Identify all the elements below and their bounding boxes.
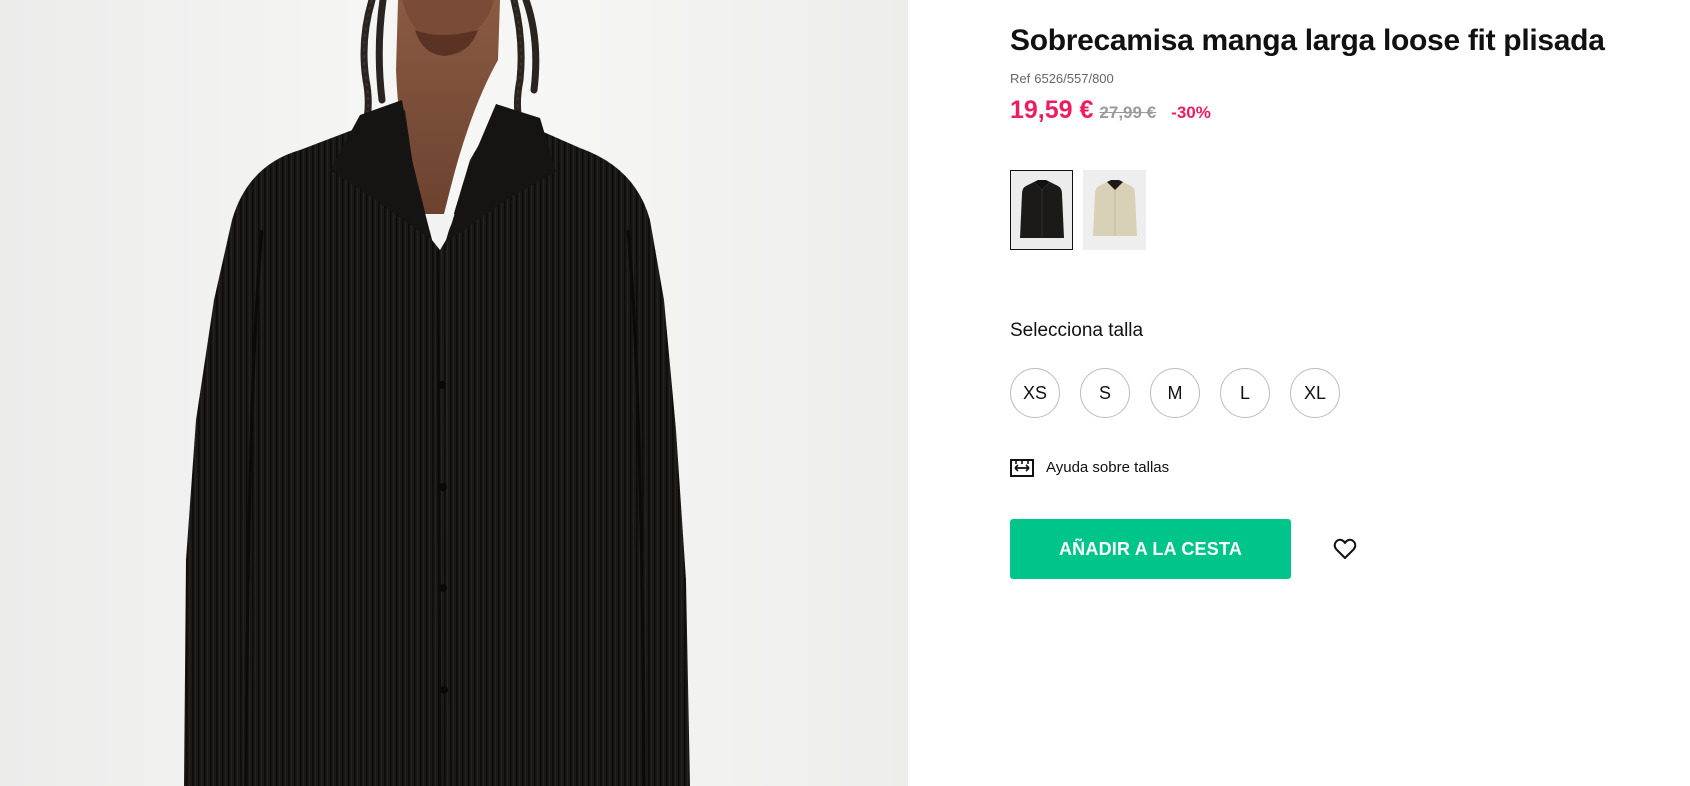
current-price: 19,59 € [1010,96,1094,124]
original-price: 27,99 € [1099,103,1157,122]
discount-badge: -30% [1171,103,1211,122]
color-swatch-black[interactable] [1010,170,1073,250]
reference-label: Ref [1010,71,1031,86]
size-option-m[interactable]: M [1150,368,1200,418]
size-selector-label: Selecciona talla [1010,320,1144,341]
price-block: 19,59 € 27,99 € -30% [1010,96,1211,125]
product-image[interactable] [0,0,908,786]
size-option-xl[interactable]: XL [1290,368,1340,418]
shirt-thumbnail-beige [1092,180,1137,236]
size-help-link[interactable]: Ayuda sobre tallas [1010,456,1169,478]
product-title: Sobrecamisa manga larga loose fit plisad… [1010,24,1605,57]
product-reference: Ref 6526/557/800 [1010,71,1114,86]
model-shirt-illustration [184,0,690,786]
color-swatches [1010,170,1146,250]
add-to-cart-button[interactable]: AÑADIR A LA CESTA [1010,519,1291,579]
heart-icon [1333,538,1357,559]
size-option-xs[interactable]: XS [1010,368,1060,418]
size-help-label: Ayuda sobre tallas [1046,458,1170,476]
size-option-l[interactable]: L [1220,368,1270,418]
color-swatch-beige[interactable] [1083,170,1146,250]
size-option-s[interactable]: S [1080,368,1130,418]
shirt-thumbnail-black [1019,180,1064,238]
product-info-panel: Sobrecamisa manga larga loose fit plisad… [1010,0,1650,786]
wishlist-button[interactable] [1331,535,1359,563]
reference-number: 6526/557/800 [1034,71,1114,86]
size-options: XS S M L XL [1010,368,1340,418]
ruler-icon [1010,459,1034,477]
